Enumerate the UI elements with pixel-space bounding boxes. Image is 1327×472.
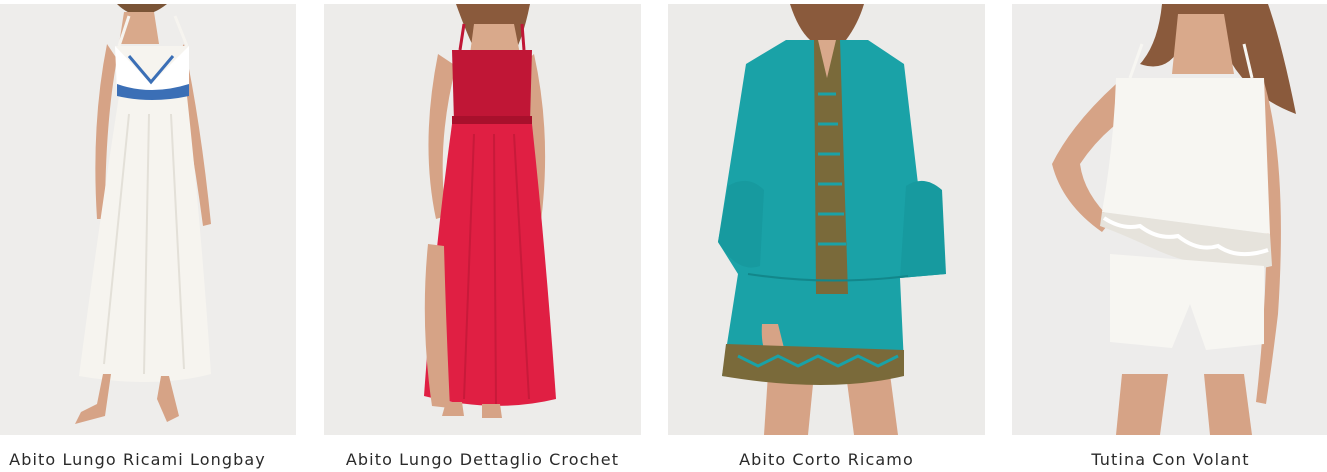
product-grid: Abito Lungo Ricami Longbay Abito Lungo D…: [0, 0, 1327, 472]
product-card[interactable]: Abito Lungo Dettaglio Crochet: [324, 4, 641, 472]
product-title[interactable]: Abito Lungo Ricami Longbay: [0, 450, 296, 470]
product-card[interactable]: Tutina Con Volant: [1012, 4, 1327, 472]
product-image[interactable]: [668, 4, 985, 435]
product-title[interactable]: Abito Corto Ricamo: [668, 450, 985, 470]
product-card[interactable]: Abito Corto Ricamo: [668, 4, 985, 472]
product-title[interactable]: Tutina Con Volant: [1012, 450, 1327, 470]
product-image[interactable]: [0, 4, 296, 435]
product-image[interactable]: [324, 4, 641, 435]
product-title[interactable]: Abito Lungo Dettaglio Crochet: [324, 450, 641, 470]
product-image[interactable]: [1012, 4, 1327, 435]
product-card[interactable]: Abito Lungo Ricami Longbay: [0, 4, 296, 472]
